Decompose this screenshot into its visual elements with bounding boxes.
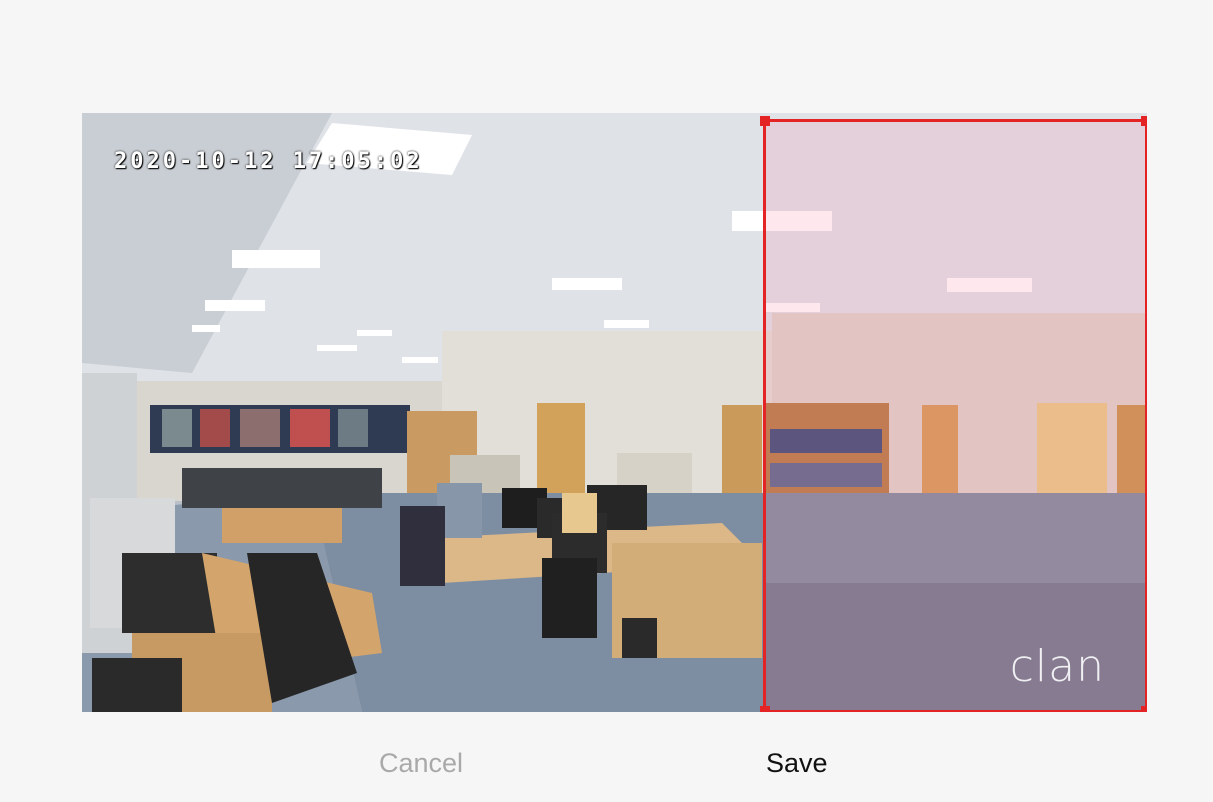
zone-handle-top-left[interactable]: [760, 116, 770, 126]
cancel-button[interactable]: Cancel: [379, 748, 463, 779]
zone-handle-top-right[interactable]: [1141, 116, 1147, 126]
save-button[interactable]: Save: [766, 748, 828, 779]
brand-watermark: clan: [1009, 641, 1105, 692]
zone-handle-bottom-right[interactable]: [1141, 706, 1147, 712]
camera-preview: 2020-10-12 17:05:02 clan: [82, 113, 1147, 712]
detection-zone-selection[interactable]: [760, 116, 1147, 712]
camera-timestamp: 2020-10-12 17:05:02: [114, 149, 423, 174]
zone-handle-bottom-left[interactable]: [760, 706, 770, 712]
